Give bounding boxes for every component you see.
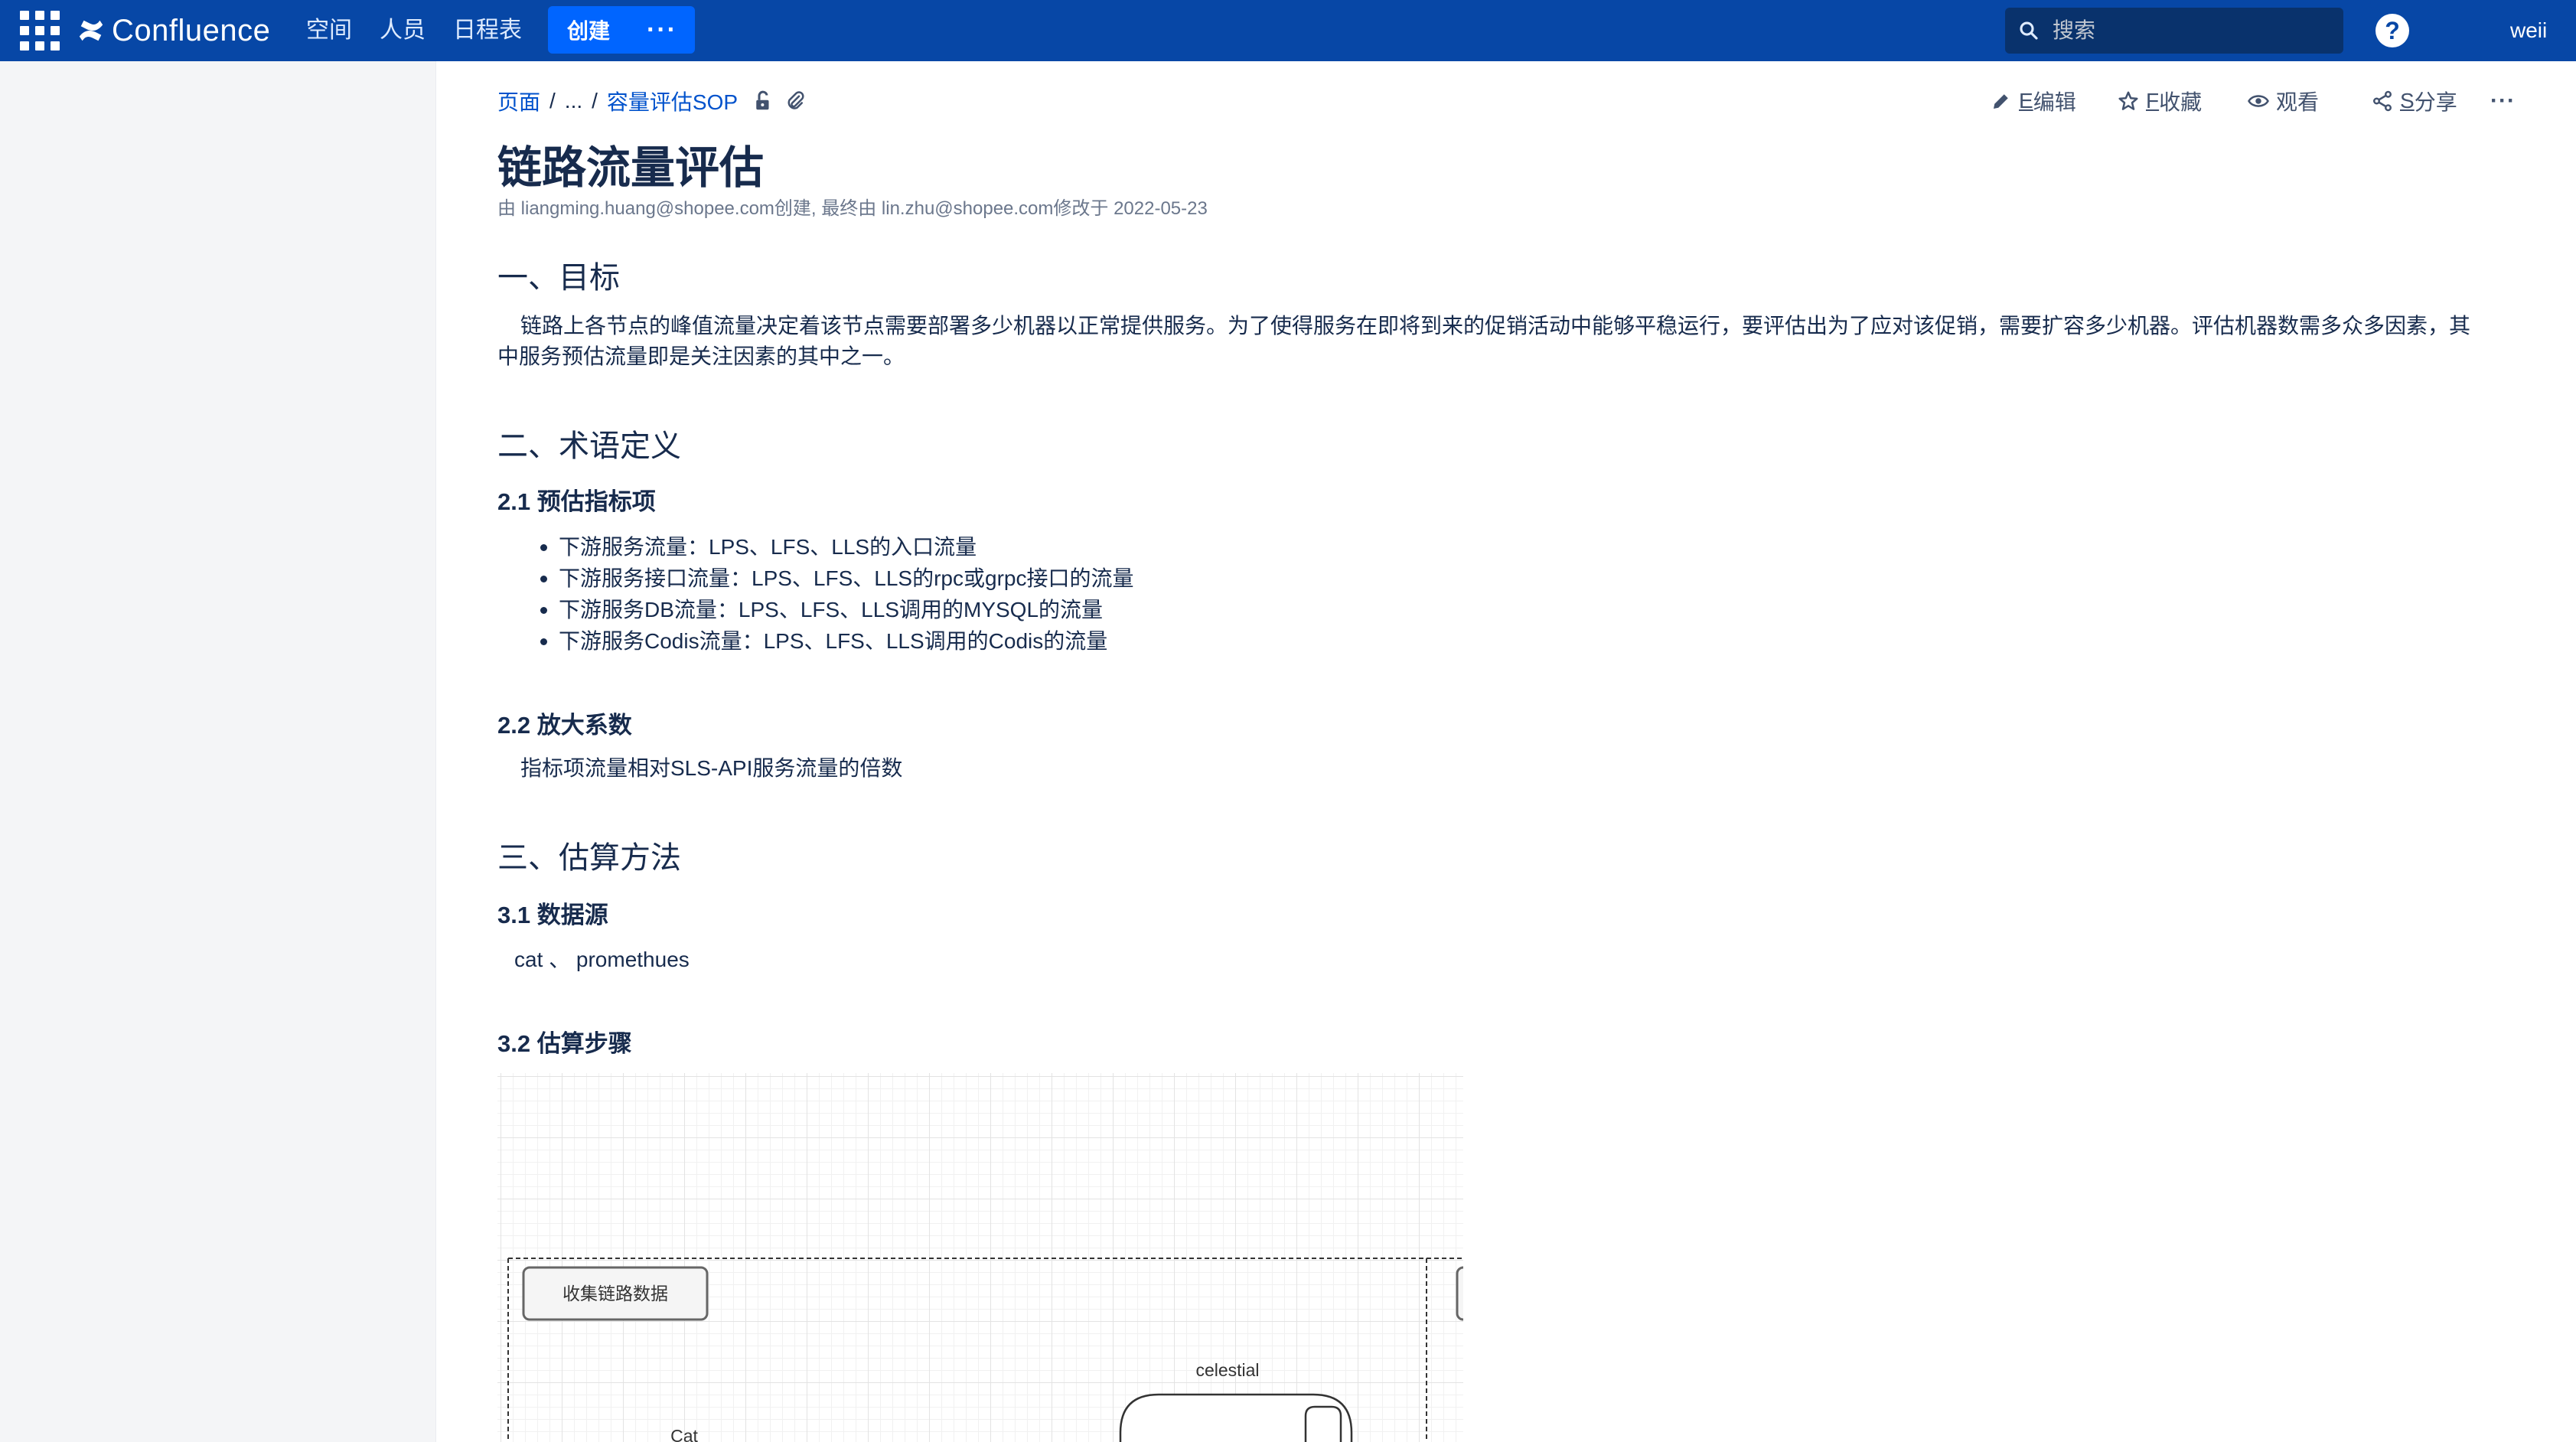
breadcrumb-separator: / bbox=[549, 89, 556, 113]
breadcrumb-pages-link[interactable]: 页面 bbox=[497, 86, 540, 116]
diagram-canvas: 收集链路数据 celestial Cat bbox=[507, 1258, 1463, 1442]
section-heading-terms: 二、术语定义 bbox=[497, 429, 681, 463]
breadcrumb: 页面 / ... / 容量评估SOP bbox=[497, 83, 807, 119]
nav-item-calendar[interactable]: 日程表 bbox=[453, 15, 522, 46]
pencil-icon bbox=[1994, 94, 2008, 109]
favorite-shortcut-key: F bbox=[2146, 89, 2160, 113]
user-menu[interactable]: weii bbox=[2510, 15, 2547, 46]
watch-label: 观看 bbox=[2276, 90, 2320, 114]
create-button[interactable]: 创建 bbox=[548, 15, 629, 45]
partial-node-box[interactable] bbox=[1456, 1266, 1463, 1321]
section-heading-goal: 一、目标 bbox=[497, 261, 620, 295]
top-nav: Confluence 空间 人员 日程表 创建 ··· ? weii bbox=[0, 0, 2576, 61]
edit-button[interactable]: E 编辑 bbox=[1990, 83, 2076, 119]
sidebar bbox=[0, 61, 436, 1442]
nav-item-spaces[interactable]: 空间 bbox=[306, 15, 352, 46]
favorite-button[interactable]: F 收藏 bbox=[2117, 83, 2202, 119]
unlock-icon[interactable] bbox=[752, 90, 774, 113]
list-item: 下游服务接口流量：LPS、LFS、LLS的rpc或grpc接口的流量 bbox=[540, 563, 1133, 594]
search-box[interactable] bbox=[2005, 8, 2343, 54]
edit-shortcut-key: E bbox=[2019, 89, 2033, 113]
share-button[interactable]: S 分享 bbox=[2371, 83, 2457, 119]
share-icon bbox=[2373, 90, 2392, 112]
amplification-paragraph: 指标项流量相对SLS-API服务流量的倍数 bbox=[520, 756, 903, 780]
breadcrumb-parent-link[interactable]: 容量评估SOP bbox=[607, 86, 738, 116]
datasource-paragraph: cat 、 promethues bbox=[514, 948, 690, 971]
app-switcher-icon[interactable] bbox=[20, 11, 60, 51]
eye-icon bbox=[2248, 95, 2269, 107]
logo-text: Confluence bbox=[112, 13, 271, 47]
breadcrumb-ellipsis[interactable]: ... bbox=[565, 89, 582, 113]
goal-paragraph: 链路上各节点的峰值流量决定着该节点需要部署多少机器以正常提供服务。为了使得服务在… bbox=[497, 314, 2471, 368]
subheading-metrics: 2.1 预估指标项 bbox=[497, 488, 656, 515]
favorite-label: 收藏 bbox=[2159, 90, 2203, 114]
subheading-steps: 3.2 估算步骤 bbox=[497, 1030, 632, 1057]
more-actions-button[interactable]: ··· bbox=[2490, 83, 2516, 119]
page-actions: E 编辑 F 收藏 观看 S 分享 ··· bbox=[1990, 83, 2533, 119]
list-item: 下游服务流量：LPS、LFS、LLS的入口流量 bbox=[540, 531, 1133, 563]
confluence-logo[interactable]: Confluence bbox=[77, 9, 270, 52]
create-more-button[interactable]: ··· bbox=[629, 17, 695, 43]
collect-node-label: 收集链路数据 bbox=[562, 1284, 668, 1303]
celestial-inner-node[interactable] bbox=[1304, 1405, 1342, 1442]
help-icon[interactable]: ? bbox=[2375, 14, 2409, 47]
share-shortcut-key: S bbox=[2400, 89, 2415, 113]
list-item: 下游服务Codis流量：LPS、LFS、LLS调用的Codis的流量 bbox=[540, 625, 1133, 657]
breadcrumb-separator: / bbox=[592, 89, 598, 113]
celestial-label: celestial bbox=[1195, 1360, 1259, 1380]
nav-item-people[interactable]: 人员 bbox=[380, 15, 426, 46]
page-byline: 由 liangming.huang@shopee.com创建, 最终由 lin.… bbox=[497, 198, 1208, 219]
section-heading-method: 三、估算方法 bbox=[497, 841, 681, 875]
watch-button[interactable]: 观看 bbox=[2247, 83, 2319, 119]
subheading-datasource: 3.1 数据源 bbox=[497, 902, 608, 928]
search-input[interactable] bbox=[2053, 18, 2328, 43]
confluence-logo-icon bbox=[79, 20, 103, 41]
share-label: 分享 bbox=[2414, 90, 2457, 114]
page-title: 链路流量评估 bbox=[497, 143, 765, 193]
attachment-icon[interactable] bbox=[784, 90, 807, 113]
cat-label: Cat bbox=[670, 1426, 698, 1442]
metrics-list: 下游服务流量：LPS、LFS、LLS的入口流量 下游服务接口流量：LPS、LFS… bbox=[540, 531, 1133, 657]
create-button-group: 创建 ··· bbox=[548, 6, 695, 54]
star-icon bbox=[2118, 91, 2138, 110]
estimation-steps-diagram[interactable]: 收集链路数据 celestial Cat bbox=[497, 1073, 1463, 1442]
list-item: 下游服务DB流量：LPS、LFS、LLS调用的MYSQL的流量 bbox=[540, 594, 1133, 625]
search-icon bbox=[2020, 21, 2038, 40]
edit-label: 编辑 bbox=[2033, 90, 2076, 114]
subheading-amplification: 2.2 放大系数 bbox=[497, 712, 632, 739]
